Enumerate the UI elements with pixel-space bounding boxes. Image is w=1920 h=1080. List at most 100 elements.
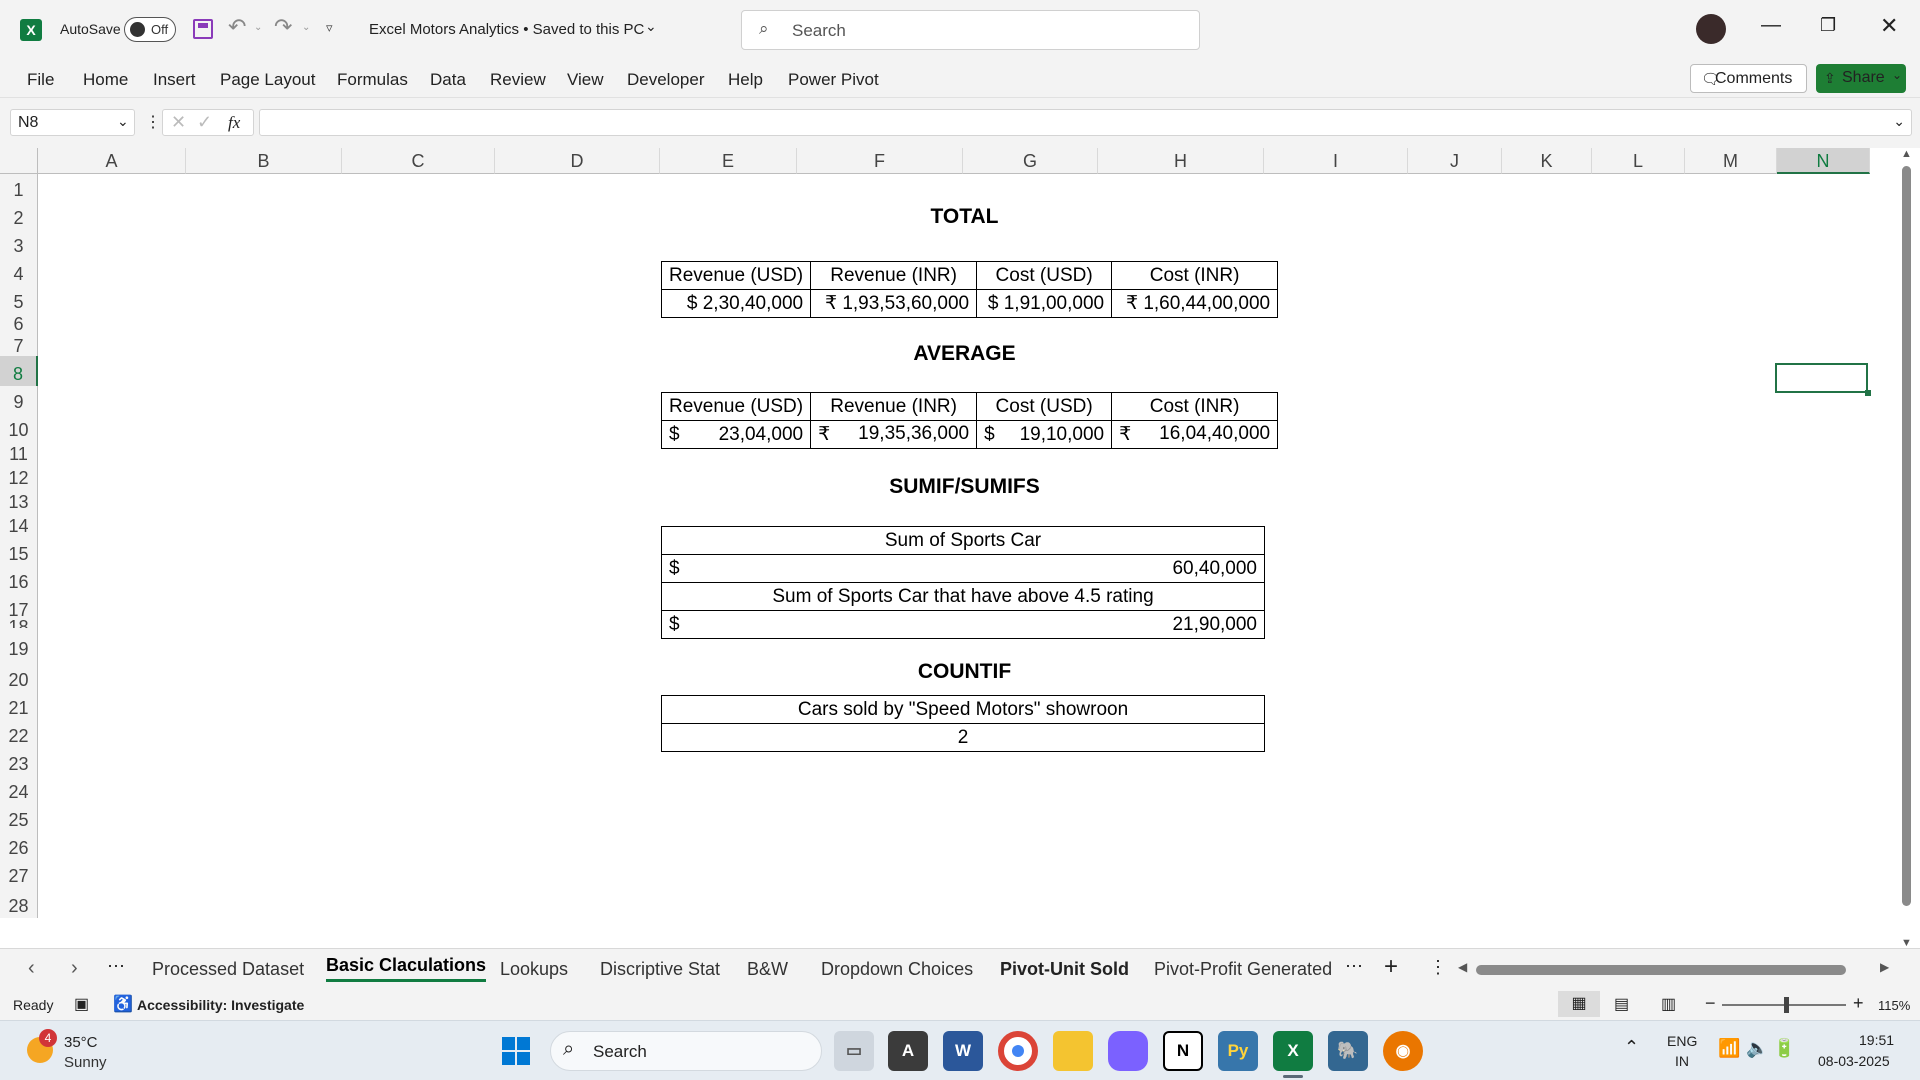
row-header-11[interactable]: 11 [0, 442, 38, 460]
notion-icon[interactable]: N [1163, 1031, 1203, 1071]
hscroll-left-icon[interactable]: ◀ [1458, 960, 1467, 974]
tab-pivot-unit-sold[interactable]: Pivot-Unit Sold [1000, 959, 1129, 980]
menu-insert[interactable]: Insert [153, 70, 196, 90]
row-header-4[interactable]: 4 [0, 256, 38, 286]
share-button[interactable]: ⇪ Share ⌄ [1816, 64, 1906, 93]
row-header-26[interactable]: 26 [0, 832, 38, 858]
row-header-20[interactable]: 20 [0, 664, 38, 690]
row-header-24[interactable]: 24 [0, 776, 38, 802]
lang-top[interactable]: ENG [1667, 1033, 1697, 1049]
row-header-25[interactable]: 25 [0, 802, 38, 832]
tab-dropdown-choices[interactable]: Dropdown Choices [821, 959, 973, 980]
menu-home[interactable]: Home [83, 70, 128, 90]
zoom-slider-thumb[interactable] [1784, 997, 1789, 1013]
search-box[interactable]: ⌕ Search [741, 10, 1200, 50]
avg-header-revenue-inr[interactable]: Revenue (INR) [810, 392, 978, 421]
avg-header-revenue-usd[interactable]: Revenue (USD) [660, 392, 812, 421]
enter-icon[interactable]: ✓ [197, 112, 212, 133]
file-explorer-icon[interactable] [1053, 1031, 1093, 1071]
row-header-12[interactable]: 12 [0, 460, 38, 490]
sheet-options-icon[interactable]: ⋮ [1429, 957, 1447, 978]
undo-dropdown-icon[interactable]: ⌄ [254, 22, 262, 33]
avg-header-cost-inr[interactable]: Cost (INR) [1111, 392, 1279, 421]
vertical-scrollbar[interactable]: ▲ ▼ [1898, 148, 1916, 949]
menu-formulas[interactable]: Formulas [337, 70, 408, 90]
sum-sports-rating-value-cell[interactable]: $21,90,000 [661, 610, 1265, 639]
menu-review[interactable]: Review [490, 70, 546, 90]
column-header-c[interactable]: C [342, 148, 495, 174]
zoom-slider[interactable] [1722, 997, 1846, 1013]
avg-revenue-inr[interactable]: ₹19,35,36,000 [810, 420, 978, 449]
tab-bw[interactable]: B&W [747, 959, 788, 980]
scroll-up-icon[interactable]: ▲ [1901, 148, 1912, 160]
column-header-l[interactable]: L [1592, 148, 1685, 174]
menu-help[interactable]: Help [728, 70, 763, 90]
row-header-13[interactable]: 13 [0, 490, 38, 508]
comments-button[interactable]: 🗨 Comments [1690, 64, 1807, 93]
tab-discriptive-stat[interactable]: Discriptive Stat [600, 959, 720, 980]
menu-page-layout[interactable]: Page Layout [220, 70, 315, 90]
select-all-corner[interactable] [0, 148, 38, 174]
add-sheet-icon[interactable]: + [1384, 953, 1398, 981]
horizontal-scroll-thumb[interactable] [1476, 965, 1846, 975]
row-header-28[interactable]: 28 [0, 888, 38, 918]
header-cost-usd[interactable]: Cost (USD) [976, 261, 1113, 290]
avatar[interactable] [1696, 14, 1726, 44]
python-icon[interactable]: Py [1218, 1031, 1258, 1071]
normal-view-icon[interactable]: ▦ [1558, 991, 1600, 1017]
copilot-icon[interactable] [1108, 1031, 1148, 1071]
avg-header-cost-usd[interactable]: Cost (USD) [976, 392, 1113, 421]
header-cost-inr[interactable]: Cost (INR) [1111, 261, 1279, 290]
row-header-21[interactable]: 21 [0, 690, 38, 720]
row-header-27[interactable]: 27 [0, 858, 38, 888]
menu-power-pivot[interactable]: Power Pivot [788, 70, 879, 90]
redo-dropdown-icon[interactable]: ⌄ [302, 22, 310, 33]
row-header-22[interactable]: 22 [0, 720, 38, 746]
clock-time[interactable]: 19:51 [1859, 1032, 1894, 1048]
tray-chevron-icon[interactable]: ⌃ [1624, 1037, 1639, 1058]
row-header-18[interactable]: 18 [0, 620, 38, 628]
page-break-view-icon[interactable]: ▥ [1661, 994, 1676, 1014]
row-header-1[interactable]: 1 [0, 174, 38, 200]
formula-input[interactable]: ⌄ [259, 109, 1912, 136]
column-header-b[interactable]: B [186, 148, 342, 174]
menu-view[interactable]: View [567, 70, 604, 90]
total-cost-inr[interactable]: ₹ 1,60,44,00,000 [1111, 289, 1279, 318]
column-header-d[interactable]: D [495, 148, 660, 174]
blender-icon[interactable]: ◉ [1383, 1031, 1423, 1071]
expand-formula-icon[interactable]: ⌄ [1893, 113, 1905, 130]
countif-label[interactable]: Cars sold by "Speed Motors" showroon [661, 695, 1265, 724]
tab-processed-dataset[interactable]: Processed Dataset [152, 959, 304, 980]
avg-cost-usd[interactable]: $19,10,000 [976, 420, 1113, 449]
cancel-icon[interactable]: ✕ [171, 112, 186, 133]
column-header-n[interactable]: N [1777, 148, 1870, 174]
column-header-f[interactable]: F [797, 148, 963, 174]
tab-basic-claculations[interactable]: Basic Claculations [326, 955, 487, 982]
excel-icon[interactable]: X [20, 19, 42, 41]
column-header-j[interactable]: J [1408, 148, 1502, 174]
tab-pivot-profit-generated[interactable]: Pivot-Profit Generated [1154, 959, 1332, 980]
redo-icon[interactable]: ↷ [274, 14, 292, 40]
menu-file[interactable]: File [27, 70, 54, 90]
row-header-16[interactable]: 16 [0, 564, 38, 594]
next-sheet-icon[interactable]: › [71, 957, 78, 980]
accessibility-status[interactable]: Accessibility: Investigate [137, 997, 304, 1013]
row-header-8[interactable]: 8 [0, 356, 38, 386]
avg-revenue-usd[interactable]: $23,04,000 [660, 420, 812, 449]
postgresql-icon[interactable]: 🐘 [1328, 1031, 1368, 1071]
column-header-k[interactable]: K [1502, 148, 1592, 174]
undo-icon[interactable]: ↶ [228, 14, 246, 40]
close-icon[interactable]: ✕ [1880, 13, 1898, 39]
menu-data[interactable]: Data [430, 70, 466, 90]
restore-icon[interactable]: ❐ [1820, 15, 1836, 36]
sum-sports-value-cell[interactable]: $60,40,000 [661, 554, 1265, 583]
excel-taskbar-icon[interactable]: X [1273, 1031, 1313, 1071]
name-box[interactable]: N8 ⌄ [10, 109, 135, 136]
clock-date[interactable]: 08-03-2025 [1818, 1053, 1890, 1069]
row-header-15[interactable]: 15 [0, 538, 38, 564]
row-header-6[interactable]: 6 [0, 312, 38, 330]
row-header-7[interactable]: 7 [0, 330, 38, 356]
sum-sports-label[interactable]: Sum of Sports Car [661, 526, 1265, 555]
macro-record-icon[interactable]: ▣ [74, 994, 89, 1014]
row-header-14[interactable]: 14 [0, 508, 38, 538]
